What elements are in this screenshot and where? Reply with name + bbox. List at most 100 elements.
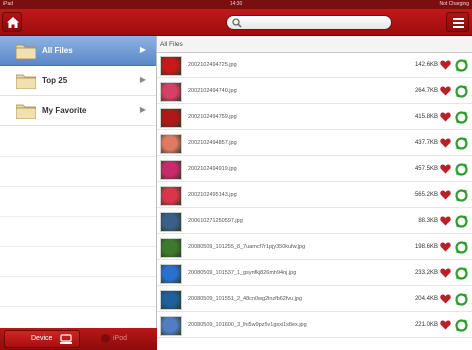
home-button[interactable]: [2, 12, 22, 32]
favorite-heart-icon[interactable]: [440, 138, 451, 148]
sync-icon[interactable]: [455, 241, 468, 254]
file-thumbnail: [160, 290, 182, 310]
file-name: 20080509_101551_2_48cn0wg2lnzfb62fvu.jpg: [188, 296, 303, 302]
sync-icon[interactable]: [455, 267, 468, 280]
device-icon: [60, 334, 72, 344]
favorite-heart-icon[interactable]: [440, 112, 451, 122]
ipod-label: iPod: [113, 335, 128, 342]
sync-icon[interactable]: [455, 111, 468, 124]
file-row[interactable]: 2002102495143.jpg 565.2KB: [157, 184, 472, 208]
search-input[interactable]: [243, 17, 387, 28]
divider: [0, 246, 156, 247]
file-size: 204.4KB: [414, 296, 438, 302]
file-row[interactable]: 2002102494857.jpg 437.7KB: [157, 132, 472, 156]
file-size: 565.2KB: [414, 192, 438, 198]
file-thumbnail: [160, 212, 182, 232]
sidebar-item-label: My Favorite: [42, 106, 87, 115]
divider: [0, 186, 156, 187]
divider: [0, 306, 156, 307]
sidebar-item-my-favorite[interactable]: My Favorite ▶: [0, 96, 156, 126]
file-thumbnail: [160, 238, 182, 258]
sidebar-item-all-files[interactable]: All Files ▶: [0, 36, 156, 66]
file-name: 20080509_101255_8_7uamcf7r1pjy350kufw.jp…: [188, 244, 306, 250]
sync-icon[interactable]: [455, 59, 468, 72]
chevron-right-icon: ▶: [139, 75, 146, 84]
status-bar: iPad 14:30 Not Charging: [0, 0, 472, 9]
file-thumbnail: [160, 186, 182, 206]
sidebar-item-label: Top 25: [42, 76, 68, 85]
file-name: 2002102494725.jpg: [188, 62, 237, 68]
file-size: 264.7KB: [414, 88, 438, 94]
favorite-heart-icon[interactable]: [440, 268, 451, 278]
battery-status: Not Charging: [439, 1, 469, 7]
file-row[interactable]: 20080509_101255_8_7uamcf7r1pjy350kufw.jp…: [157, 236, 472, 260]
favorite-heart-icon[interactable]: [440, 190, 451, 200]
sync-icon[interactable]: [455, 137, 468, 150]
file-row[interactable]: 20080509_101551_2_48cn0wg2lnzfb62fvu.jpg…: [157, 288, 472, 312]
divider: [0, 276, 156, 277]
file-name: 20080509_101537_1_gsynfkj826mh94nj.jpg: [188, 270, 297, 276]
file-name: 2002102494919.jpg: [188, 166, 237, 172]
source-switcher: Device iPod: [0, 328, 157, 350]
favorite-heart-icon[interactable]: [440, 242, 451, 252]
file-name: 20080509_101600_3_lhi5w9pz5v1gsxi1s8ex.j…: [188, 322, 307, 328]
chevron-right-icon: ▶: [139, 45, 146, 54]
favorite-heart-icon[interactable]: [440, 216, 451, 226]
file-size: 88.3KB: [418, 218, 438, 224]
sidebar-item-top-25[interactable]: Top 25 ▶: [0, 66, 156, 96]
file-row[interactable]: 200610271250597.jpg 88.3KB: [157, 210, 472, 234]
folder-icon: [16, 74, 36, 89]
file-size: 233.2KB: [414, 270, 438, 276]
file-thumbnail: [160, 56, 182, 76]
ipod-button[interactable]: iPod: [81, 330, 153, 348]
sync-icon[interactable]: [455, 215, 468, 228]
file-thumbnail: [160, 316, 182, 336]
sync-icon[interactable]: [455, 85, 468, 98]
favorite-heart-icon[interactable]: [440, 60, 451, 70]
top-toolbar: [0, 9, 472, 36]
sync-icon[interactable]: [455, 319, 468, 332]
file-row[interactable]: 20080509_101600_3_lhi5w9pz5v1gsxi1s8ex.j…: [157, 314, 472, 338]
breadcrumb-label: All Files: [160, 41, 183, 48]
sidebar-item-label: All Files: [42, 46, 73, 55]
file-thumbnail: [160, 82, 182, 102]
home-icon: [7, 17, 19, 28]
file-row[interactable]: 2002102494759.jpg 415.8KB: [157, 106, 472, 130]
favorite-heart-icon[interactable]: [440, 320, 451, 330]
search-field[interactable]: [226, 15, 392, 30]
file-row[interactable]: 2002102494740.jpg 264.7KB: [157, 80, 472, 104]
file-thumbnail: [160, 264, 182, 284]
file-size: 437.7KB: [414, 140, 438, 146]
sidebar: All Files ▶ Top 25 ▶ My Favorite ▶: [0, 36, 157, 350]
file-size: 221.0KB: [414, 322, 438, 328]
sync-icon[interactable]: [455, 189, 468, 202]
file-size: 415.8KB: [414, 114, 438, 120]
file-size: 457.5KB: [414, 166, 438, 172]
device-label: Device: [31, 335, 53, 342]
file-thumbnail: [160, 134, 182, 154]
sync-icon[interactable]: [455, 293, 468, 306]
sync-icon[interactable]: [455, 163, 468, 176]
file-list-panel: All Files 2002102494725.jpg 142.6KB 200210…: [157, 36, 472, 350]
device-button[interactable]: Device: [4, 330, 80, 348]
clock: 14:30: [229, 1, 243, 7]
file-name: 2002102494857.jpg: [188, 140, 237, 146]
favorite-heart-icon[interactable]: [440, 164, 451, 174]
favorite-heart-icon[interactable]: [440, 86, 451, 96]
divider: [0, 216, 156, 217]
file-name: 2002102495143.jpg: [188, 192, 237, 198]
file-thumbnail: [160, 160, 182, 180]
folder-icon: [16, 44, 36, 59]
file-size: 142.6KB: [414, 62, 438, 68]
file-row[interactable]: 2002102494919.jpg 457.5KB: [157, 158, 472, 182]
breadcrumb: All Files: [157, 36, 472, 53]
chevron-right-icon: ▶: [139, 105, 146, 114]
favorite-heart-icon[interactable]: [440, 294, 451, 304]
folder-icon: [16, 104, 36, 119]
menu-button[interactable]: [446, 12, 469, 32]
file-thumbnail: [160, 108, 182, 128]
ipod-icon: [101, 334, 110, 343]
file-name: 2002102494759.jpg: [188, 114, 237, 120]
file-row[interactable]: 2002102494725.jpg 142.6KB: [157, 54, 472, 78]
file-row[interactable]: 20080509_101537_1_gsynfkj826mh94nj.jpg 23…: [157, 262, 472, 286]
